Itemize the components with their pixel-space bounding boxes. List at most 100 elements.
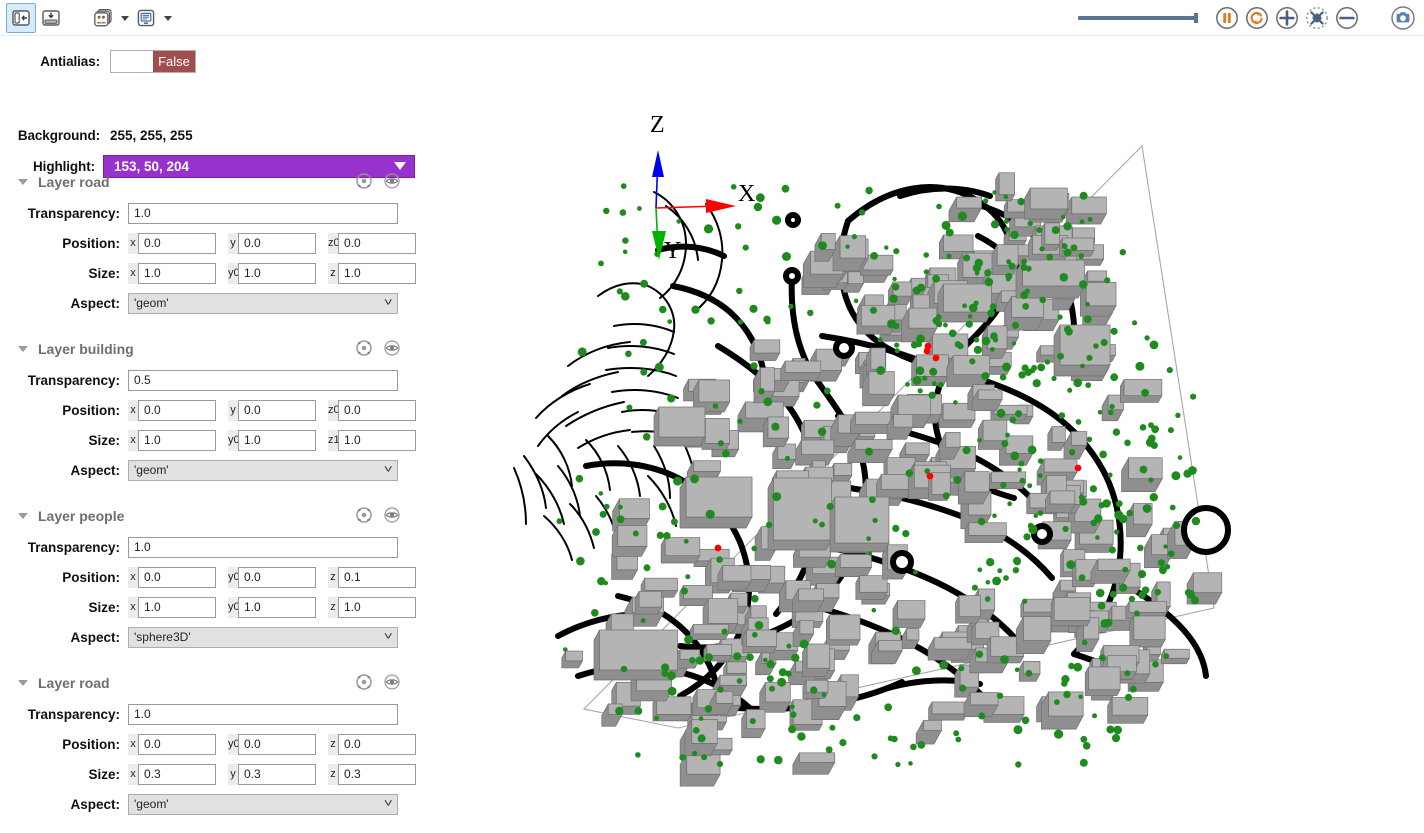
collapse-arrow-icon[interactable]: [18, 179, 28, 185]
camera-icon: [1391, 6, 1415, 30]
layer-header[interactable]: Layer building: [0, 337, 418, 361]
eye-icon[interactable]: [383, 673, 401, 691]
focus-icon[interactable]: [355, 339, 373, 357]
people-agent: [1051, 226, 1060, 235]
transparency-input[interactable]: 1.0: [128, 202, 398, 224]
position-z-input[interactable]: 0.1: [338, 566, 416, 588]
size-x-label: x: [128, 763, 138, 785]
position-z-input[interactable]: 0.0: [338, 232, 416, 254]
display-menu-caret[interactable]: [161, 3, 174, 33]
pause-button[interactable]: [1212, 3, 1242, 33]
people-agent: [616, 515, 625, 524]
people-agent: [622, 249, 628, 255]
people-agent: [1067, 387, 1073, 393]
layer-header[interactable]: Layer road: [0, 671, 418, 695]
people-agent: [929, 367, 938, 376]
people-agent: [1109, 590, 1117, 598]
people-agent: [1090, 519, 1098, 527]
position-y-input[interactable]: 0.0: [238, 733, 316, 755]
aspect-select[interactable]: 'geom' ˅: [128, 793, 398, 815]
opacity-slider[interactable]: [1078, 3, 1208, 33]
position-x-input[interactable]: 0.0: [138, 232, 216, 254]
people-agent: [923, 252, 929, 258]
zoom-in-button[interactable]: [1272, 3, 1302, 33]
people-agent: [691, 305, 700, 314]
size-y-input[interactable]: 0.3: [238, 763, 316, 785]
toggle-bottom-panel-button[interactable]: [36, 3, 66, 33]
size-x-input[interactable]: 1.0: [138, 596, 216, 618]
size-z-label: z: [328, 262, 338, 284]
slider-knob[interactable]: [1194, 13, 1198, 23]
position-x-input[interactable]: 0.0: [138, 399, 216, 421]
simulation-3d-view[interactable]: Z X Y: [418, 36, 1424, 833]
people-agent: [1073, 378, 1082, 388]
layer-header[interactable]: Layer road: [0, 170, 418, 194]
people-agent: [1142, 504, 1152, 513]
people-agent: [1089, 485, 1097, 493]
aspect-select[interactable]: 'sphere3D' ˅: [128, 626, 398, 648]
people-agent: [1020, 291, 1028, 300]
building: [928, 701, 968, 721]
position-x-input[interactable]: 0.0: [138, 566, 216, 588]
aspect-select[interactable]: 'geom' ˅: [128, 459, 398, 481]
size-z-input[interactable]: 1.0: [338, 429, 416, 451]
people-agent: [717, 686, 724, 693]
position-z-input[interactable]: 0.0: [338, 399, 416, 421]
position-y-input[interactable]: 0.0: [238, 566, 316, 588]
people-agent: [576, 556, 585, 566]
sync-button[interactable]: [1242, 3, 1272, 33]
antialias-toggle[interactable]: False: [110, 49, 196, 73]
zoom-fit-button[interactable]: [1302, 3, 1332, 33]
size-x-input[interactable]: 1.0: [138, 429, 216, 451]
aspect-select[interactable]: 'geom' ˅: [128, 292, 398, 314]
collapse-arrow-icon[interactable]: [18, 680, 28, 686]
size-y-input[interactable]: 1.0: [238, 429, 316, 451]
size-y-input[interactable]: 1.0: [238, 262, 316, 284]
people-agent: [872, 517, 878, 524]
display-menu-button[interactable]: [131, 3, 161, 33]
transparency-input[interactable]: 1.0: [128, 703, 398, 725]
people-agent: [967, 314, 973, 319]
people-agent: [1128, 595, 1135, 603]
size-z-input[interactable]: 1.0: [338, 262, 416, 284]
layer-section: Layer people Transparency: 1.0 Position:…: [0, 504, 418, 648]
size-x-input[interactable]: 0.3: [138, 763, 216, 785]
size-y-input[interactable]: 1.0: [238, 596, 316, 618]
position-z-input[interactable]: 0.0: [338, 733, 416, 755]
eye-icon[interactable]: [383, 172, 401, 190]
toggle-side-panel-button[interactable]: [6, 3, 36, 33]
agents-menu-button[interactable]: [88, 3, 118, 33]
transparency-input[interactable]: 0.5: [128, 369, 398, 391]
people-agent: [766, 521, 773, 528]
background-value[interactable]: 255, 255, 255: [110, 128, 193, 143]
people-agent: [1063, 222, 1072, 231]
size-z-input[interactable]: 1.0: [338, 596, 416, 618]
size-x-input[interactable]: 1.0: [138, 262, 216, 284]
eye-icon[interactable]: [383, 506, 401, 524]
position-x-input[interactable]: 0.0: [138, 733, 216, 755]
collapse-arrow-icon[interactable]: [18, 346, 28, 352]
collapse-arrow-icon[interactable]: [18, 513, 28, 519]
focus-icon[interactable]: [355, 673, 373, 691]
people-agent: [867, 551, 873, 556]
position-y-input[interactable]: 0.0: [238, 399, 316, 421]
people-agent: [737, 319, 744, 325]
snapshot-button[interactable]: [1388, 3, 1418, 33]
people-agent: [1002, 362, 1011, 372]
transparency-input[interactable]: 1.0: [128, 536, 398, 558]
chevron-down-icon: [163, 15, 172, 21]
agents-menu-caret[interactable]: [118, 3, 131, 33]
layer-header[interactable]: Layer people: [0, 504, 418, 528]
people-agent: [889, 294, 898, 304]
focus-icon[interactable]: [355, 172, 373, 190]
zoom-out-button[interactable]: [1332, 3, 1362, 33]
map-canvas[interactable]: Z X Y: [418, 36, 1424, 833]
focus-icon[interactable]: [355, 506, 373, 524]
eye-icon[interactable]: [383, 339, 401, 357]
people-agent: [823, 387, 831, 395]
people-agent: [962, 446, 971, 455]
size-z-input[interactable]: 0.3: [338, 763, 416, 785]
position-y-input[interactable]: 0.0: [238, 232, 316, 254]
size-fields: x 0.3 y 0.3 z 0.3: [128, 763, 416, 785]
people-agent: [1119, 249, 1126, 256]
